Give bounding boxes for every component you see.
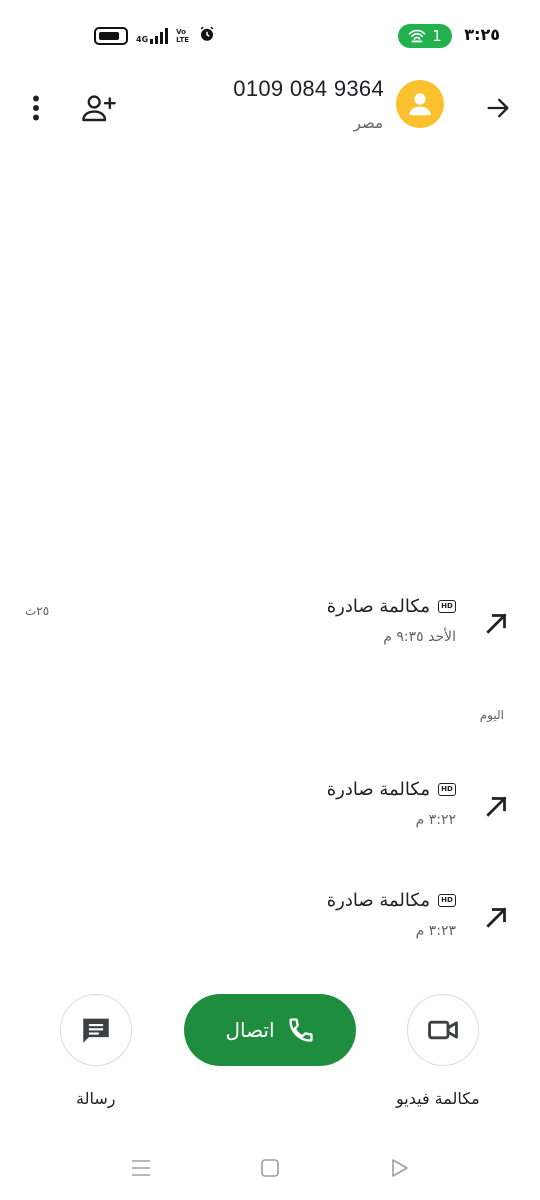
battery-icon (94, 27, 128, 45)
section-today: اليوم (479, 708, 504, 722)
message-button[interactable] (60, 994, 132, 1066)
outgoing-call-icon (486, 796, 507, 817)
call-type: مكالمة صادرة HD (327, 779, 456, 800)
videocam-icon (428, 1020, 458, 1040)
call-type: مكالمة صادرة HD (327, 596, 456, 617)
person-icon (409, 93, 431, 116)
contact-phone-number: 0109 084 9364 (233, 76, 384, 101)
contact-country: مصر (353, 114, 383, 132)
hotspot-icon (408, 29, 426, 43)
phone-icon (288, 1018, 313, 1042)
avatar[interactable] (396, 80, 444, 128)
alarm-icon (198, 25, 216, 47)
call-type: مكالمة صادرة HD (327, 890, 456, 911)
back-nav-button[interactable] (387, 1156, 411, 1180)
message-icon (83, 1018, 109, 1043)
recent-apps-button[interactable] (129, 1156, 153, 1180)
call-history-row[interactable]: مكالمة صادرة HD ٣:٢٣ م (0, 890, 540, 954)
message-label: رسالة (76, 1089, 116, 1108)
outgoing-call-icon (486, 907, 507, 928)
more-vert-icon (33, 95, 39, 121)
call-time: الأحد ٩:٣٥ م (383, 629, 456, 645)
triangle-icon (392, 1159, 408, 1177)
outgoing-call-icon (486, 613, 507, 634)
call-button-label: اتصال (225, 1018, 275, 1042)
signal-4g-icon: 4G (136, 28, 169, 44)
menu-lines-icon (132, 1160, 150, 1176)
network-type-label: 4G (136, 35, 149, 44)
call-type-label: مكالمة صادرة (326, 596, 430, 617)
volte-label: Vo LTE (176, 28, 189, 44)
back-button[interactable] (480, 90, 516, 126)
add-contact-button[interactable] (80, 90, 118, 126)
hd-icon: HD (438, 600, 456, 613)
volte-icon: Vo LTE (176, 28, 190, 44)
call-history-row[interactable]: مكالمة صادرة HD ٣:٢٢ م (0, 779, 540, 843)
contact-header: 0109 084 9364 مصر (0, 72, 540, 152)
person-add-icon (82, 95, 116, 122)
call-time: ٣:٢٣ م (415, 923, 456, 939)
hotspot-count: 1 (432, 27, 442, 45)
square-icon (261, 1159, 279, 1177)
video-call-button[interactable] (407, 994, 479, 1066)
arrow-right-icon (487, 98, 509, 118)
home-button[interactable] (258, 1156, 282, 1180)
status-bar: 4G Vo LTE 1 ٣:٢٥ (0, 0, 540, 72)
call-button[interactable]: اتصال (184, 994, 356, 1066)
hd-icon: HD (438, 783, 456, 796)
call-type-label: مكالمة صادرة (326, 779, 430, 800)
hotspot-badge[interactable]: 1 (398, 24, 452, 48)
call-time: ٣:٢٢ م (415, 812, 456, 828)
status-time: ٣:٢٥ (464, 25, 500, 44)
navigation-bar (0, 1140, 540, 1200)
call-history-row[interactable]: مكالمة صادرة HD الأحد ٩:٣٥ م (0, 596, 540, 660)
call-type-label: مكالمة صادرة (326, 890, 430, 911)
video-call-label: مكالمة فيديو (396, 1089, 480, 1108)
status-icons: 4G Vo LTE (94, 25, 216, 47)
hd-icon: HD (438, 894, 456, 907)
more-options-button[interactable] (24, 90, 48, 126)
